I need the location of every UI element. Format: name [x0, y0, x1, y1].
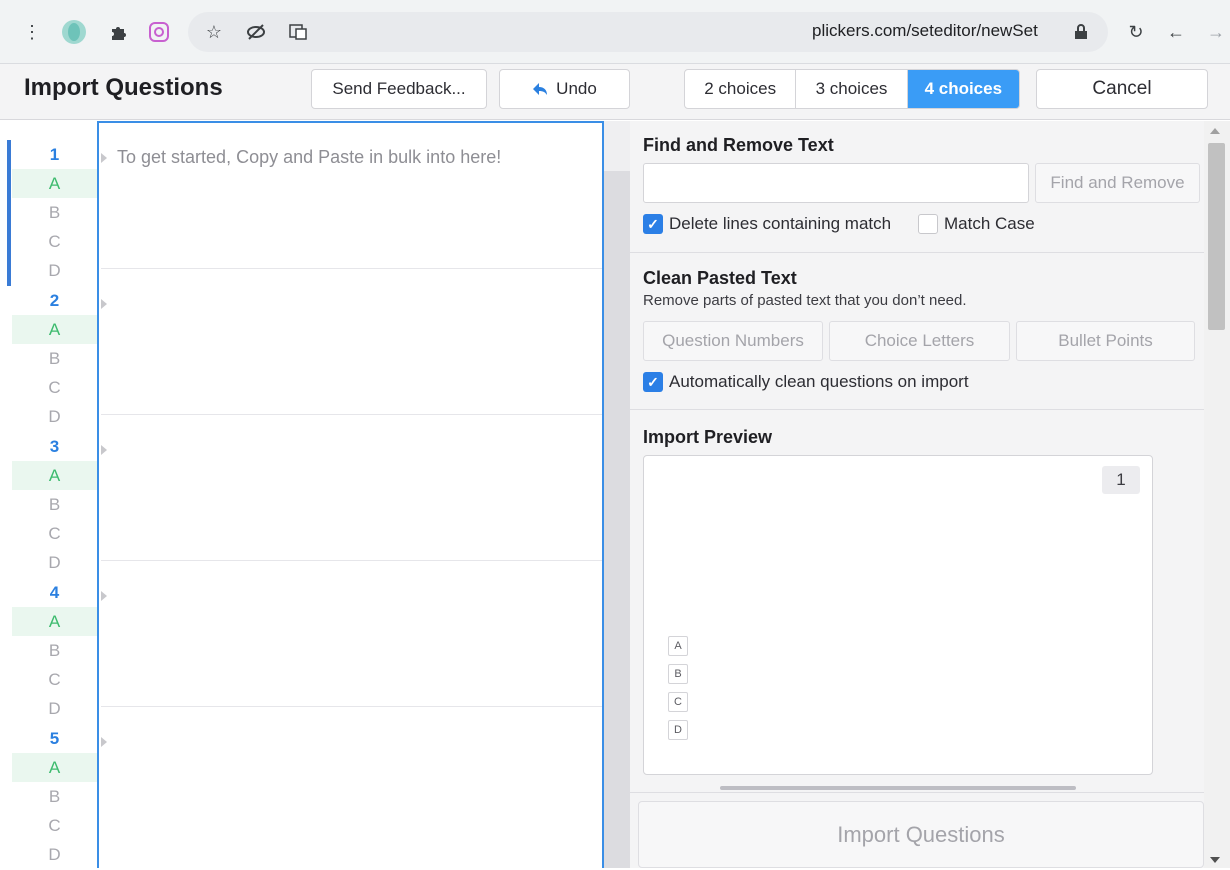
match-case-checkbox[interactable]	[918, 214, 938, 234]
fold-marker-icon	[101, 299, 107, 309]
question-number[interactable]: 3	[12, 432, 97, 461]
bullet-points-button[interactable]: Bullet Points	[1016, 321, 1195, 361]
choices-segmented-control: 2 choices 3 choices 4 choices	[684, 69, 1020, 109]
choice-option-3[interactable]: 3 choices	[796, 70, 908, 108]
clean-text-title: Clean Pasted Text	[643, 268, 797, 288]
find-text-input[interactable]	[643, 163, 1029, 203]
preview-choice-letter: D	[668, 720, 688, 740]
fold-marker-icon	[101, 445, 107, 455]
choice-letter[interactable]: D	[12, 841, 97, 870]
editor-scrollbar-thumb[interactable]	[604, 171, 630, 868]
url-text: plickers.com/seteditor/newSet	[812, 21, 1038, 40]
choice-letter[interactable]: D	[12, 695, 97, 724]
question-number[interactable]: 1	[12, 140, 97, 169]
choice-letter[interactable]: B	[12, 490, 97, 519]
editor-question-block[interactable]	[101, 561, 602, 707]
choice-letter[interactable]: D	[12, 403, 97, 432]
question-numbers-button[interactable]: Question Numbers	[643, 321, 823, 361]
paste-editor[interactable]: To get started, Copy and Paste in bulk i…	[97, 121, 604, 868]
undo-arrow-icon	[533, 83, 548, 95]
choice-letter[interactable]: B	[12, 198, 97, 227]
reload-icon[interactable]: ↻	[1124, 20, 1148, 44]
undo-button[interactable]: Undo	[499, 69, 630, 109]
fold-marker-icon	[101, 153, 107, 163]
correct-answer-letter[interactable]: A	[12, 169, 97, 199]
correct-answer-letter[interactable]: A	[12, 607, 97, 637]
section-divider	[630, 409, 1204, 410]
active-question-indicator	[7, 140, 11, 286]
choice-option-4[interactable]: 4 choices	[907, 70, 1019, 108]
fold-marker-icon	[101, 737, 107, 747]
choice-letter[interactable]: C	[12, 812, 97, 841]
choice-letter[interactable]: C	[12, 520, 97, 549]
scroll-down-arrow-icon[interactable]	[1210, 857, 1220, 863]
auto-clean-checkbox[interactable]: ✓	[643, 372, 663, 392]
import-preview-card	[643, 455, 1153, 775]
cancel-button[interactable]: Cancel	[1036, 69, 1208, 109]
editor-question-block[interactable]	[101, 269, 602, 415]
match-case-label: Match Case	[944, 214, 1035, 233]
section-divider	[630, 792, 1204, 793]
question-number[interactable]: 5	[12, 724, 97, 753]
import-preview-title: Import Preview	[643, 427, 773, 447]
kebab-menu-icon[interactable]: ⋮	[22, 20, 42, 44]
preview-choice-letter: A	[668, 636, 688, 656]
instagram-icon[interactable]	[146, 20, 172, 44]
page-title: Import Questions	[24, 74, 223, 101]
correct-answer-letter[interactable]: A	[12, 753, 97, 783]
panel-scrollbar-thumb[interactable]	[1208, 143, 1225, 330]
forward-arrow-icon[interactable]: →	[1204, 20, 1228, 44]
section-divider	[630, 252, 1204, 253]
delete-lines-label: Delete lines containing match	[669, 214, 892, 233]
preview-choice-letter: B	[668, 664, 688, 684]
delete-lines-checkbox[interactable]: ✓	[643, 214, 663, 234]
eye-off-icon[interactable]	[244, 20, 268, 44]
choice-letter[interactable]: D	[12, 549, 97, 578]
import-questions-button[interactable]: Import Questions	[638, 801, 1204, 868]
preview-horizontal-scrollbar[interactable]	[720, 786, 1076, 790]
choice-letter[interactable]: C	[12, 228, 97, 257]
profile-avatar-icon[interactable]	[60, 20, 88, 44]
editor-question-block[interactable]	[101, 415, 602, 561]
bookmark-star-icon[interactable]: ☆	[202, 20, 226, 44]
find-remove-title: Find and Remove Text	[643, 135, 834, 155]
choice-letters-button[interactable]: Choice Letters	[829, 321, 1010, 361]
question-number[interactable]: 2	[12, 286, 97, 315]
editor-question-block[interactable]	[101, 707, 602, 853]
translate-icon[interactable]	[286, 20, 310, 44]
choice-letter[interactable]: C	[12, 666, 97, 695]
fold-marker-icon	[101, 591, 107, 601]
extensions-puzzle-icon[interactable]	[106, 20, 132, 44]
back-arrow-icon[interactable]: ←	[1164, 20, 1188, 44]
editor-question-block[interactable]: To get started, Copy and Paste in bulk i…	[101, 123, 602, 269]
find-and-remove-button[interactable]: Find and Remove	[1035, 163, 1200, 203]
preview-question-number: 1	[1102, 466, 1140, 494]
scroll-up-arrow-icon[interactable]	[1210, 128, 1220, 134]
choice-option-2[interactable]: 2 choices	[685, 70, 797, 108]
choice-letter[interactable]: B	[12, 636, 97, 665]
question-number[interactable]: 4	[12, 578, 97, 607]
choice-letter[interactable]: C	[12, 374, 97, 403]
correct-answer-letter[interactable]: A	[12, 315, 97, 345]
correct-answer-letter[interactable]: A	[12, 461, 97, 491]
undo-label: Undo	[556, 79, 597, 98]
choice-letter[interactable]: B	[12, 782, 97, 811]
clean-text-subtitle: Remove parts of pasted text that you don…	[643, 292, 967, 309]
lock-icon	[1072, 20, 1090, 44]
send-feedback-button[interactable]: Send Feedback...	[311, 69, 487, 109]
choice-letter[interactable]: B	[12, 344, 97, 373]
choice-letter[interactable]: D	[12, 257, 97, 286]
auto-clean-label: Automatically clean questions on import	[669, 372, 969, 391]
editor-placeholder: To get started, Copy and Paste in bulk i…	[117, 147, 502, 167]
preview-choice-letter: C	[668, 692, 688, 712]
